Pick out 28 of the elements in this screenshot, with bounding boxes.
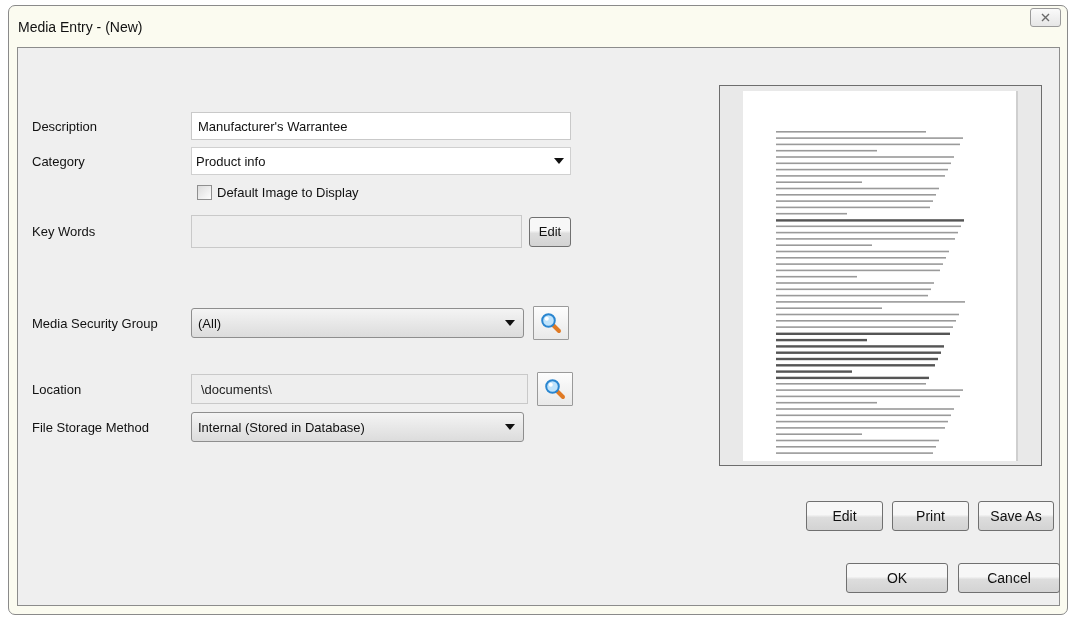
search-icon (544, 378, 566, 400)
dropdown[interactable]: Product info (191, 147, 571, 175)
dropdown[interactable]: Internal (Stored in Database) (191, 412, 524, 442)
dropdown-arrow-icon (505, 320, 515, 326)
dropdown-arrow-icon (505, 424, 515, 430)
field-label: Category (32, 153, 86, 169)
dropdown-value: (All) (198, 315, 222, 331)
dropdown-value: Product info (196, 153, 266, 169)
checkbox[interactable]: Default Image to Display (191, 185, 359, 200)
close-icon (1041, 13, 1050, 22)
close-button[interactable] (1030, 8, 1061, 27)
search-icon (540, 312, 562, 334)
field-label: Description (32, 118, 99, 134)
field-label: File Storage Method (32, 419, 151, 435)
field-label: Media Security Group (32, 315, 159, 331)
dialog-button[interactable]: OK (846, 563, 948, 593)
preview-button[interactable]: Edit (806, 501, 883, 531)
preview-button[interactable]: Save As (978, 501, 1054, 531)
window-title: Media Entry - (New) (17, 18, 143, 35)
dropdown-arrow-icon (554, 158, 564, 164)
dropdown-value: Internal (Stored in Database) (198, 419, 365, 435)
field-label: Location (32, 381, 83, 397)
text-field[interactable]: Manufacturer's Warrantee (191, 112, 571, 140)
search-button[interactable] (533, 306, 569, 340)
field-label: Key Words (32, 224, 97, 239)
dialog-button[interactable]: Cancel (958, 563, 1060, 593)
dropdown[interactable]: (All) (191, 308, 524, 338)
preview-button[interactable]: Print (892, 501, 969, 531)
